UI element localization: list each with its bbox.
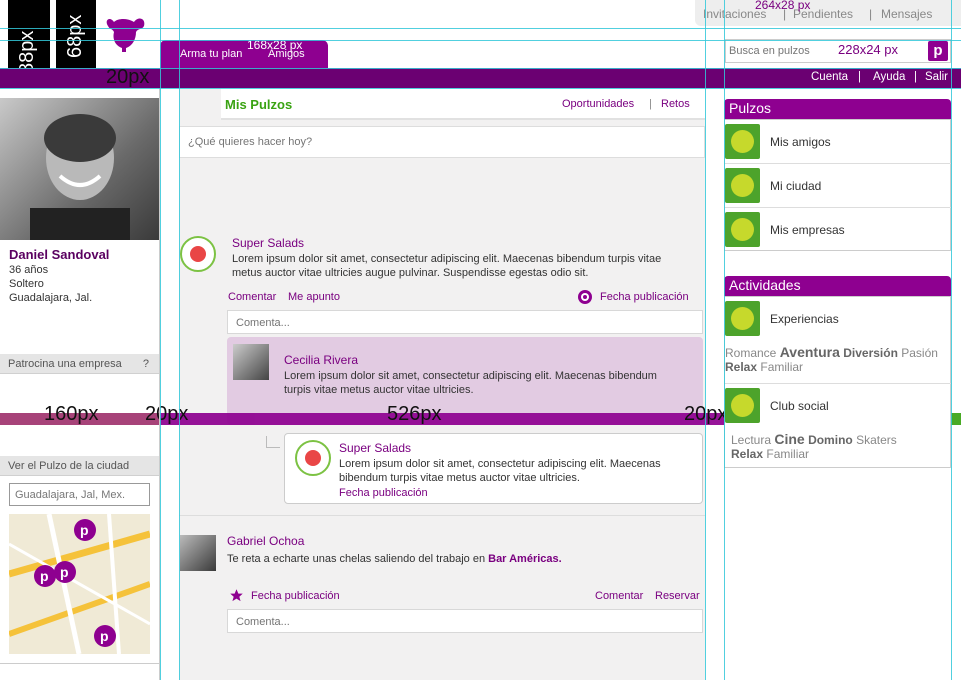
place-link[interactable]: Bar Américas. [488,553,562,565]
feed-header: Mis Pulzos Oportunidades | Retos [221,88,705,120]
svg-text:p: p [80,522,89,538]
main-tabs: Arma tu plan Amigos [160,40,328,68]
retos-link[interactable]: Retos [661,98,690,110]
city-pulse-title: Ver el Pulzo de la ciudad [0,456,159,476]
profile-name[interactable]: Daniel Sandoval [9,247,109,262]
guide-line [179,0,180,680]
guide-line [0,40,961,41]
pulzos-item-mis-amigos[interactable]: Mis amigos [725,120,952,164]
me-apunto-link[interactable]: Me apunto [288,291,340,303]
avatar[interactable] [233,344,269,380]
star-icon [230,589,243,602]
hand-icon [725,388,760,423]
club-tags: Lectura Cine Domino Skaters Relax Famili… [731,431,897,461]
comment-box [227,609,703,633]
city-input[interactable] [9,483,150,506]
subreply-date: Fecha publicación [339,487,428,499]
post-author[interactable]: Super Salads [232,236,304,250]
thread-connector [266,436,280,448]
subreply-text: Lorem ipsum dolor sit amet, consectetur … [339,458,661,484]
measure-228-label: 228x24 px [838,42,898,57]
pulzos-item-mis-empresas[interactable]: Mis empresas [725,208,952,252]
ayuda-link[interactable]: Ayuda [873,71,905,83]
status-composer [179,126,705,158]
actividades-list: Experiencias Romance Aventura Diversión … [724,296,952,468]
comentar-link[interactable]: Comentar [228,291,276,303]
measure-68-label: 68px [64,14,86,58]
bull-logo-icon[interactable] [104,14,148,54]
svg-text:p: p [60,564,69,580]
guide-line [0,88,961,89]
reply-author[interactable]: Cecilia Rivera [284,353,358,367]
post-date: Fecha publicación [600,291,689,303]
actividades-title: Actividades [724,276,951,296]
left-bottom-border [0,663,159,664]
comentar-link[interactable]: Comentar [595,590,643,602]
guide-line [0,68,961,69]
subreply-card: Super Salads Lorem ipsum dolor sit amet,… [284,433,703,504]
pulzos-item-mi-ciudad[interactable]: Mi ciudad [725,164,952,208]
reply-card: Cecilia Rivera Lorem ipsum dolor sit ame… [227,337,703,425]
top-nav: Invitaciones | Pendientes | Mensajes [695,0,961,26]
svg-text:p: p [100,628,109,644]
star-icon [725,168,760,203]
mensajes-link[interactable]: Mensajes [881,7,932,21]
post2-author[interactable]: Gabriel Ochoa [227,534,304,548]
status-input[interactable] [188,136,688,148]
guide-line [951,0,952,680]
super-salads-logo-icon[interactable] [180,236,216,272]
comment-box [227,310,703,334]
svg-text:p: p [40,568,49,584]
profile-photo[interactable] [0,98,159,240]
guide-line [160,0,161,680]
avatar[interactable] [180,535,216,571]
target-icon [725,124,760,159]
profile-age: 36 años [9,264,49,276]
pulzos-list: Mis amigos Mi ciudad Mis empresas [724,119,952,252]
actividad-experiencias[interactable]: Experiencias [725,297,952,339]
search-button[interactable]: p [928,41,948,61]
actividad-club-social[interactable]: Club social [725,383,952,423]
oportunidades-link[interactable]: Oportunidades [562,98,634,110]
heart-icon [725,212,760,247]
help-icon[interactable]: ? [143,358,149,370]
heart-icon [725,301,760,336]
comment-input[interactable] [236,616,676,628]
divider [179,515,705,516]
profile-status: Soltero [9,278,44,290]
post2-text: Te reta a echarte unas chelas saliendo d… [227,553,562,565]
measure-160-label: 160px [44,403,99,425]
pulzos-title: Pulzos [724,99,951,119]
reservar-link[interactable]: Reservar [655,590,700,602]
measure-20-top-label: 20px [106,66,150,88]
reply-text: Lorem ipsum dolor sit amet, consectetur … [284,370,657,396]
guide-line [0,28,961,29]
measure-20-left-label: 20px [145,403,189,425]
post2-date: Fecha publicación [251,590,340,602]
post-text: Lorem ipsum dolor sit amet, consectetur … [232,253,662,279]
measure-264-label: 264x28 px [755,0,811,12]
comment-input[interactable] [236,317,676,329]
cuenta-link[interactable]: Cuenta [811,71,848,83]
guide-line [724,0,725,680]
super-salads-logo-icon[interactable] [295,440,331,476]
target-icon [578,290,592,304]
guide-line [705,0,706,680]
profile-city: Guadalajara, Jal. [9,292,93,304]
tab-arma-tu-plan[interactable]: Arma tu plan [180,48,242,60]
salir-link[interactable]: Salir [925,71,948,83]
city-map[interactable]: p p p p [9,514,150,654]
experiencias-tags: Romance Aventura Diversión Pasión Relax … [725,344,938,374]
sponsor-section[interactable]: Patrocina una empresa ? [0,354,159,374]
sponsor-label: Patrocina una empresa [8,358,122,370]
measure-526-label: 526px [387,403,442,425]
subreply-author[interactable]: Super Salads [339,441,411,455]
feed-title: Mis Pulzos [225,97,293,112]
